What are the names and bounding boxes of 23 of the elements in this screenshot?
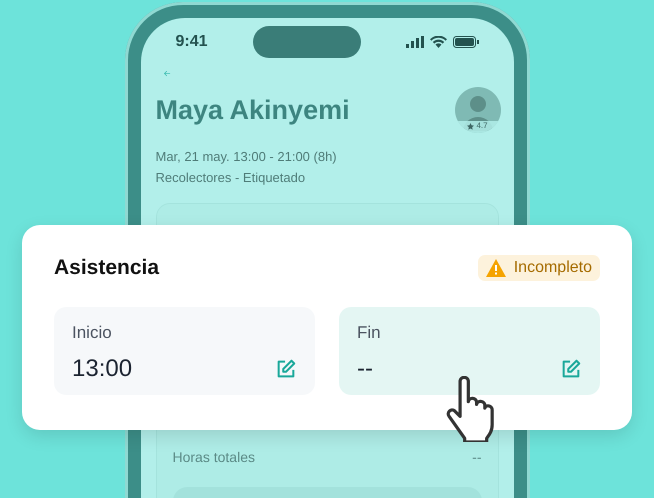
field-value: 13:00 [72,355,132,383]
time-field[interactable]: Fin -- [339,307,600,395]
field-label: Inicio [72,323,113,343]
person-name: Maya Akinyemi [156,94,350,126]
star-icon [467,122,474,130]
total-hours-label: Horas totales [172,449,255,466]
shift-time: Mar, 21 may. 13:00 - 21:00 (8h) [156,149,338,164]
role-text: Recolectores - Etiquetado [156,170,306,186]
signal-icon [406,36,424,48]
time-field[interactable]: Inicio 13:00 [54,307,315,395]
wifi-icon [430,36,446,48]
avatar[interactable]: 4.7 [454,87,500,134]
total-hours-value: -- [472,449,482,466]
card-title: Asistencia [54,256,160,280]
field-label: Fin [357,323,382,343]
edit-icon[interactable] [275,358,297,380]
battery-icon [452,36,478,48]
edit-icon[interactable] [560,358,582,380]
field-value: -- [357,355,373,383]
warning-icon [486,259,506,277]
status-time: 9:41 [176,33,208,51]
rating-text: 4.7 [476,121,488,132]
status-badge: Incompleto [478,255,600,281]
